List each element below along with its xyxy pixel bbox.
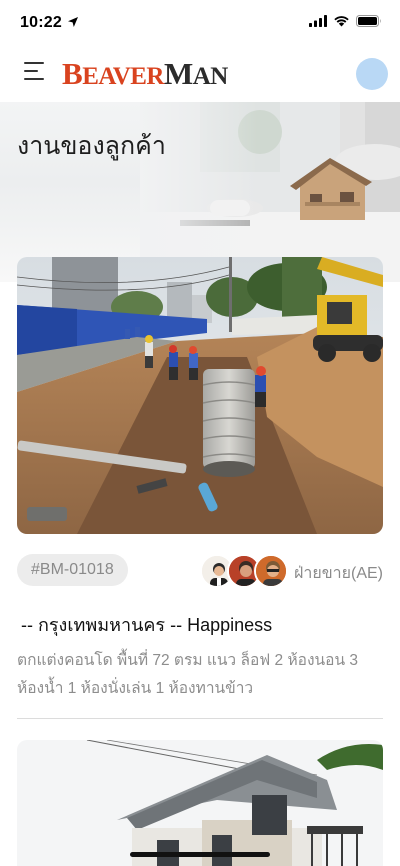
page-banner: งานของลูกค้า [0,102,400,282]
page-title: งานของลูกค้า [17,132,166,160]
battery-icon [356,15,381,27]
house-model-illustration [140,102,400,282]
wifi-icon [334,16,349,27]
job-card[interactable]: #BM-01018 ฝ่ายขาย(AE) -- กรุงเทพมหานคร -… [17,257,383,697]
location-arrow-icon [68,17,78,27]
team-avatar [254,554,288,588]
status-icons [309,15,382,27]
house-image [17,740,383,866]
team-avatars[interactable] [200,554,290,588]
home-indicator [130,852,270,857]
beaverman-logo[interactable]: BEAVERMAN [62,56,228,92]
status-bar: 10:22 [0,0,400,46]
job-photo[interactable] [17,740,383,866]
profile-avatar-button[interactable] [356,58,388,90]
card-divider [17,718,383,719]
role-label: ฝ่ายขาย(AE) [293,565,383,582]
job-description: ตกแต่งคอนโด พื้นที่ 72 ตรม แนว ล็อฟ 2 ห้… [17,652,358,697]
job-id-badge[interactable]: #BM-01018 [17,554,128,586]
job-title[interactable]: -- กรุงเทพมหานคร -- Happiness [21,610,272,639]
app-header: BEAVERMAN [0,46,400,102]
hamburger-menu-icon[interactable] [24,62,46,84]
status-time: 10:22 [20,14,62,31]
cellular-signal-icon [309,15,327,27]
construction-site-image [17,257,383,534]
job-photo[interactable] [17,257,383,534]
job-meta-row: #BM-01018 ฝ่ายขาย(AE) [17,554,383,588]
